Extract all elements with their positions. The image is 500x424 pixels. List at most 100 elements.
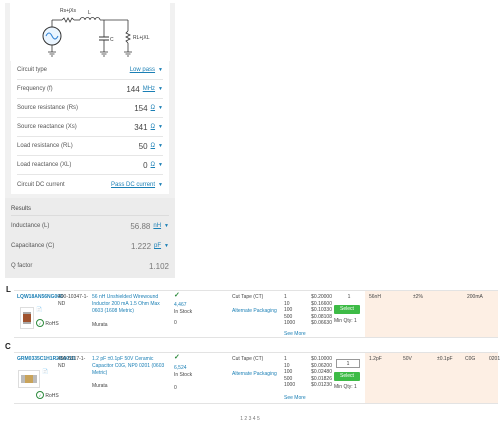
in-stock-check-icon: ✓ (174, 292, 180, 299)
part-image[interactable] (20, 307, 34, 329)
attribute-columns: 56nH ±2% 200mA (365, 291, 498, 337)
manufacturer: Murata (92, 322, 108, 328)
dc-current-select[interactable]: Pass DC current (111, 182, 155, 188)
load-resistance-unit-select[interactable]: Ω (151, 143, 156, 149)
packaging-type: Cut Tape (CT) (232, 356, 264, 362)
source-resistance-input[interactable]: 154 (134, 104, 147, 113)
price-break-table: 1 $0.20000 10 $0.16600 100 $0.10330 500 $0.0… (284, 294, 332, 327)
circuit-type-label: Circuit type (17, 67, 48, 73)
load-reactance-unit-select[interactable]: Ω (151, 162, 156, 168)
dc-current-row: Circuit DC current Pass DC current ▼ (17, 175, 163, 194)
q-factor-value: 1.102 (148, 261, 169, 271)
part-row-capacitor: 1.2pF 50V ±0.1pF C0G 0201 GRM0335C1H1R2B… (14, 352, 500, 404)
attr-inductance: 56nH (369, 294, 381, 300)
pagination[interactable]: 1 2 3 4 5 (0, 416, 500, 422)
factory-quantity: 0 (174, 320, 177, 326)
chevron-down-icon[interactable]: ▼ (158, 67, 163, 73)
frequency-input[interactable]: 144 (126, 85, 139, 94)
rohs-icon: ✓ (36, 319, 44, 327)
part-number-link[interactable]: GRM0335C1H1R2BA01D (17, 356, 75, 363)
chevron-down-icon[interactable]: ▼ (158, 143, 163, 149)
price-break-row: 500 $0.01826 (284, 375, 332, 382)
rohs-icon: ✓ (36, 391, 44, 399)
part-row-inductor: 56nH ±2% 200mA LQW18AN56NG00D 📄 ✓ RoHS 4… (14, 290, 498, 338)
price-break-row: 10 $0.06200 (284, 362, 332, 369)
price-break-row: 1 $0.20000 (284, 294, 332, 300)
results-title: Results (11, 202, 169, 216)
price-break-row: 1 $0.10000 (284, 356, 332, 362)
capacitance-result-row: Capacitance (C) 1.222 pF ▼ (11, 236, 169, 256)
q-factor-result-row: Q factor 1.102 (11, 256, 169, 276)
price-break-row: 1000 $0.06630 (284, 320, 332, 327)
chevron-down-icon[interactable]: ▼ (164, 223, 169, 229)
chevron-down-icon[interactable]: ▼ (164, 243, 169, 249)
part-number-link[interactable]: LQW18AN56NG00D (17, 294, 64, 301)
stock-note: In Stock (174, 309, 193, 315)
alternate-packaging-link[interactable]: Alternate Packaging (232, 308, 280, 315)
source-resistance-unit-select[interactable]: Ω (151, 105, 156, 111)
chevron-down-icon[interactable]: ▼ (158, 105, 163, 111)
load-impedance-label: RL+jXL (133, 35, 150, 41)
price-break-row: 1000 $0.01230 (284, 382, 332, 389)
part-description[interactable]: 56 nH Unshielded Wirewound Inductor 200 … (92, 294, 170, 315)
mfr-number[interactable]: 490-5917-1-ND (58, 356, 90, 370)
attribute-columns: 1.2pF 50V ±0.1pF C0G 0201 (365, 353, 500, 403)
q-factor-label: Q factor (11, 263, 33, 269)
chevron-down-icon[interactable]: ▼ (158, 86, 163, 92)
chevron-down-icon[interactable]: ▼ (158, 124, 163, 130)
frequency-unit-select[interactable]: MHz (143, 86, 155, 92)
price-break-table: 1 $0.10000 10 $0.06200 100 $0.02480 500 $0.0… (284, 356, 332, 389)
source-resistance-row: Source resistance (Rs) 154 Ω ▼ (17, 99, 163, 118)
part-description[interactable]: 1.2 pF ±0.1pF 50V Ceramic Capacitor C0G,… (92, 356, 170, 377)
quantity-input[interactable]: 1 (339, 294, 359, 301)
see-more-prices-link[interactable]: See More (284, 395, 306, 402)
stock-quantity: 4,467 (174, 302, 187, 308)
mfr-number[interactable]: 490-10347-1-ND (58, 294, 90, 308)
schematic-diagram: Rs+jXs L C RL+jXL (42, 8, 150, 57)
datasheet-icon[interactable]: 📄 (42, 369, 48, 376)
source-resistance-label: Source resistance (Rs) (17, 105, 79, 111)
chevron-down-icon[interactable]: ▼ (158, 162, 163, 168)
attr-tolerance: ±0.1pF (437, 356, 453, 362)
alternate-packaging-link[interactable]: Alternate Packaging (232, 371, 280, 378)
load-resistance-input[interactable]: 50 (139, 142, 148, 151)
attr-current: 200mA (467, 294, 483, 300)
price-break-row: 500 $0.08108 (284, 313, 332, 320)
stock-quantity: 6,524 (174, 365, 187, 371)
frequency-row: Frequency (f) 144 MHz ▼ (17, 80, 163, 99)
load-reactance-input[interactable]: 0 (143, 161, 147, 170)
inductance-value: 56.88 (130, 221, 151, 231)
inductance-unit-select[interactable]: nH (153, 223, 161, 229)
rohs-label: RoHS (45, 321, 59, 327)
price-break-row: 100 $0.02480 (284, 369, 332, 376)
select-part-button[interactable]: Select (334, 305, 360, 314)
in-stock-check-icon: ✓ (174, 354, 180, 361)
source-impedance-label: Rs+jXs (60, 8, 76, 14)
results-panel: Results Inductance (L) 56.88 nH ▼ Capacita… (5, 198, 175, 278)
calculator-panel: Rs+jXs L C RL+jXL Circuit type Low pass ▼… (5, 3, 175, 278)
source-reactance-unit-select[interactable]: Ω (151, 124, 156, 130)
capacitor-label: C (110, 37, 114, 43)
capacitance-unit-select[interactable]: pF (154, 243, 161, 249)
quantity-input[interactable]: 1 (336, 359, 360, 368)
circuit-type-select[interactable]: Low pass (130, 67, 155, 73)
capacitance-value: 1.222 (131, 241, 152, 251)
attr-tolerance: ±2% (413, 294, 423, 300)
chevron-down-icon[interactable]: ▼ (158, 182, 163, 188)
circuit-type-row: Circuit type Low pass ▼ (17, 61, 163, 80)
datasheet-icon[interactable]: 📄 (36, 307, 42, 314)
section-label-inductor: L (6, 285, 11, 294)
packaging-type: Cut Tape (CT) (232, 294, 264, 300)
see-more-prices-link[interactable]: See More (284, 331, 306, 338)
source-reactance-input[interactable]: 341 (134, 123, 147, 132)
part-image[interactable] (18, 370, 40, 388)
minimum-quantity-note: Min Qty: 1 (334, 384, 357, 390)
attr-package: 0201 (489, 356, 500, 362)
section-label-capacitor: C (5, 342, 11, 351)
price-break-row: 100 $0.10330 (284, 307, 332, 314)
minimum-quantity-note: Min Qty: 1 (334, 318, 357, 324)
price-break-row: 10 $0.16600 (284, 300, 332, 307)
stock-note: In Stock (174, 372, 193, 378)
input-form: Circuit type Low pass ▼ Frequency (f) 144… (11, 61, 169, 194)
select-part-button[interactable]: Select (334, 372, 360, 381)
